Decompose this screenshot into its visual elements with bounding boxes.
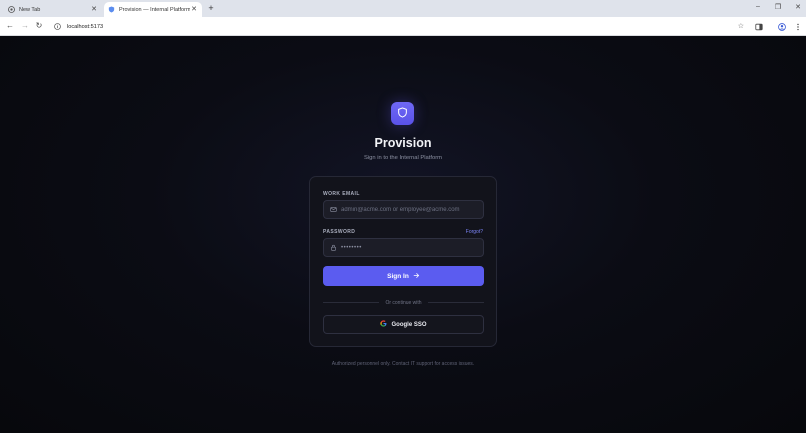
- divider-line: [323, 302, 380, 303]
- url-text: localhost:5173: [67, 23, 104, 30]
- minimize-icon[interactable]: –: [754, 3, 762, 11]
- google-sso-button[interactable]: Google SSO: [323, 315, 484, 334]
- forgot-password-link[interactable]: Forgot?: [466, 229, 483, 235]
- tab-title: Provision — Internal Platform: [119, 6, 190, 13]
- menu-kebab-icon[interactable]: [793, 22, 802, 31]
- mail-icon: [330, 206, 337, 213]
- browser-tabstrip: New Tab ✕ Provision — Internal Platform …: [0, 0, 806, 17]
- forward-icon[interactable]: →: [20, 21, 30, 31]
- reload-icon[interactable]: ↻: [34, 21, 44, 31]
- divider-text: Or continue with: [385, 299, 422, 306]
- password-field-wrapper: [323, 238, 484, 257]
- browser-toolbar: ← → ↻ localhost:5173 ☆: [0, 17, 806, 36]
- lock-icon: [330, 244, 337, 251]
- tab-title: New Tab: [19, 6, 41, 13]
- login-card: WORK EMAIL PASSWORD Forgot? Sign In Or c…: [309, 176, 497, 347]
- app-subtitle: Sign in to the Internal Platform: [364, 155, 442, 161]
- shield-icon: [108, 6, 115, 13]
- bookmark-star-icon[interactable]: ☆: [738, 22, 744, 30]
- restore-icon[interactable]: ❐: [774, 3, 782, 11]
- window-controls: – ❐ ✕: [754, 3, 802, 11]
- footer-notice: Authorized personnel only. Contact IT su…: [331, 361, 475, 367]
- chrome-icon: [8, 6, 15, 13]
- sign-in-label: Sign In: [387, 272, 409, 280]
- back-icon[interactable]: ←: [5, 21, 15, 31]
- new-tab-button[interactable]: +: [206, 3, 216, 13]
- shield-icon: [397, 105, 408, 123]
- address-bar[interactable]: localhost:5173 ☆: [50, 19, 748, 34]
- arrow-right-icon: [413, 272, 420, 281]
- divider-line: [427, 302, 485, 303]
- side-panel-icon[interactable]: [754, 22, 763, 31]
- email-field-wrapper: [323, 200, 484, 219]
- email-label: WORK EMAIL: [323, 191, 360, 197]
- tab-provision[interactable]: Provision — Internal Platform ✕: [104, 2, 202, 17]
- google-icon: [380, 320, 387, 329]
- close-window-icon[interactable]: ✕: [794, 3, 802, 11]
- divider: Or continue with: [323, 299, 485, 306]
- app-logo: [391, 102, 414, 125]
- password-input[interactable]: [341, 244, 481, 251]
- password-label: PASSWORD: [323, 229, 356, 235]
- close-icon[interactable]: ✕: [90, 6, 98, 14]
- profile-icon[interactable]: [777, 22, 786, 31]
- sso-label: Google SSO: [391, 321, 427, 328]
- tab-new-tab[interactable]: New Tab ✕: [4, 2, 102, 17]
- sign-in-button[interactable]: Sign In: [323, 266, 484, 286]
- close-icon[interactable]: ✕: [190, 6, 198, 14]
- info-icon[interactable]: [54, 23, 61, 30]
- email-input[interactable]: [341, 206, 481, 213]
- app-title: Provision: [374, 136, 432, 150]
